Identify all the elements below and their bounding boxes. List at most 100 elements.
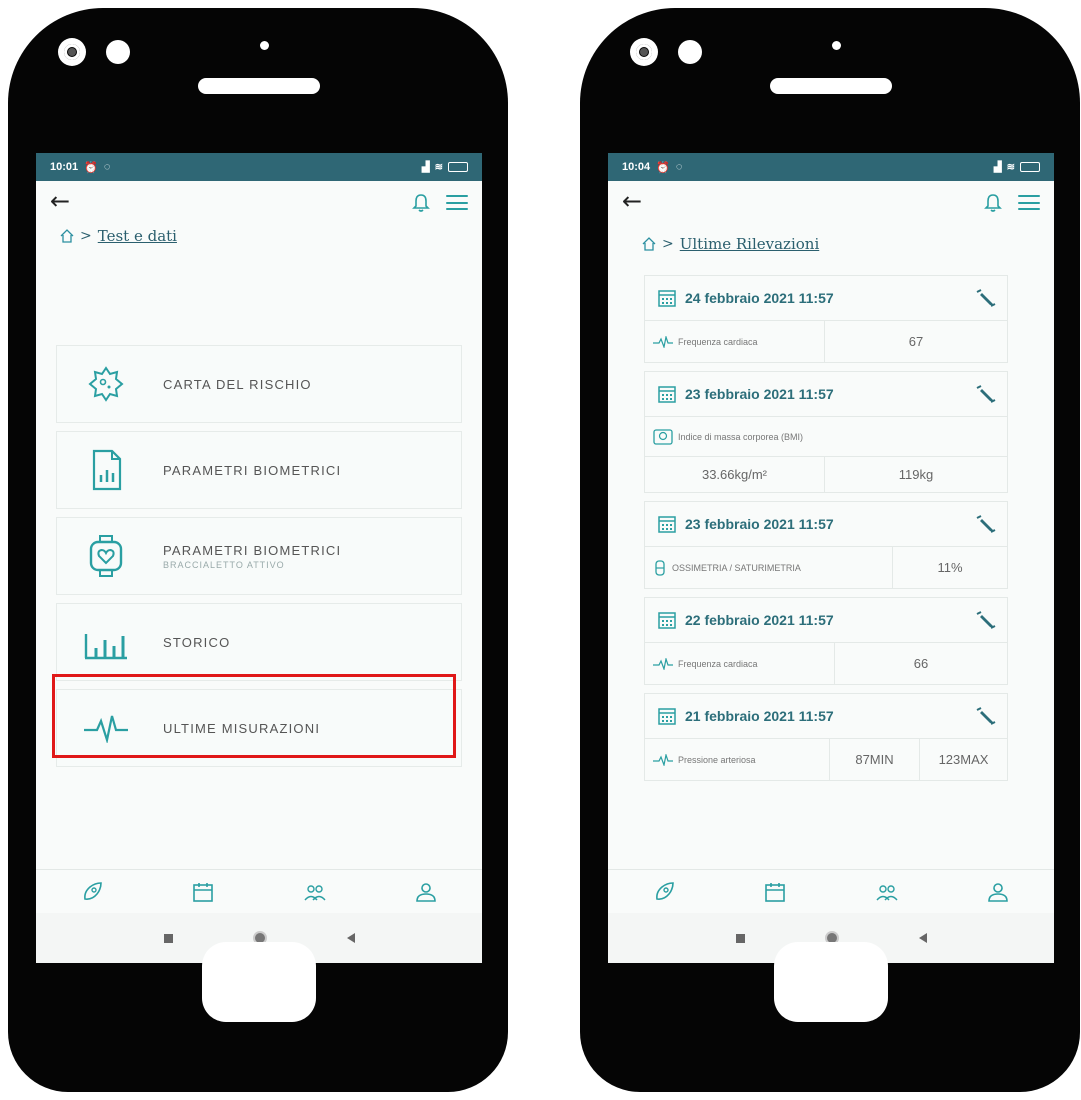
document-chart-icon [83,447,129,493]
recents-icon[interactable] [735,933,745,943]
record-card[interactable]: 24 febbraio 2021 11:57 Frequenza cardiac… [644,275,1008,363]
measure-cell: Pressione arteriosa [645,739,830,780]
home-button [202,942,316,1022]
sensor-icon [260,41,269,50]
home-icon[interactable] [60,229,74,243]
measure-name: Frequenza cardiaca [678,336,758,347]
value-cell: 11% [937,560,963,575]
record-card[interactable]: 21 febbraio 2021 11:57 Pressione arterio… [644,693,1008,781]
menu-item-label: CARTA DEL RISCHIO [163,376,312,392]
record-date: 23 febbraio 2021 11:57 [685,516,834,532]
phone-right: 10:04 ⏰ ◌ ▟ ≋ ← > Ultime Rilevazioni 24 … [580,8,1080,1092]
satellite-icon [976,515,996,533]
measure-name: OSSIMETRIA / SATURIMETRIA [672,562,801,573]
calendar-icon [658,386,676,403]
record-header: 23 febbraio 2021 11:57 [644,501,1008,547]
record-row: Pressione arteriosa 87MIN 123MAX [644,739,1008,781]
menu-item-storico[interactable]: STORICO [56,603,462,681]
wifi-icon: ≋ [1006,161,1015,173]
menu-item-sublabel: BRACCIALETTO ATTIVO [163,559,285,570]
calendar-icon [658,516,676,533]
value-cell: 87MIN [830,739,920,780]
bottom-nav [608,869,1054,913]
record-row: 33.66kg/m² 119kg [644,457,1008,493]
record-date: 23 febbraio 2021 11:57 [685,386,834,402]
rocket-icon[interactable] [80,880,104,904]
bell-icon[interactable] [412,193,430,213]
satellite-icon [976,707,996,725]
user-icon[interactable] [986,880,1010,904]
chevron-right-icon: > [662,236,674,252]
record-header: 23 febbraio 2021 11:57 [644,371,1008,417]
record-card[interactable]: 23 febbraio 2021 11:57 Indice di massa c… [644,371,1008,493]
measure-name: Frequenza cardiaca [678,658,758,669]
value-cell: 67 [908,334,924,349]
breadcrumb-current[interactable]: Test e dati [98,227,177,245]
screen-right: 10:04 ⏰ ◌ ▟ ≋ ← > Ultime Rilevazioni 24 … [608,153,1054,963]
back-triangle-icon[interactable] [346,933,355,943]
value-cell: 119kg [898,467,934,482]
alarm-icon: ⏰ [84,161,98,174]
value-cell: 123MAX [938,752,989,767]
menu-item-label: PARAMETRI BIOMETRICI [163,542,342,558]
calendar-icon[interactable] [191,880,215,904]
front-camera-icon [630,38,658,66]
menu-item-parametri-biometrici-braccialetto[interactable]: PARAMETRI BIOMETRICI BRACCIALETTO ATTIVO [56,517,462,595]
highlight-box [52,674,456,758]
home-icon[interactable] [642,237,656,251]
signal-icon: ▟ [421,161,430,173]
status-bar: 10:01 ⏰ ◌ ▟ ≋ [36,153,482,181]
breadcrumb: > Test e dati [36,227,482,245]
user-icon[interactable] [414,880,438,904]
measure-name: Indice di massa corporea (BMI) [678,431,804,442]
front-camera-icon [58,38,86,66]
virus-icon [83,361,129,407]
alarm-icon: ⏰ [656,161,670,174]
signal-icon: ▟ [993,161,1002,173]
satellite-icon [976,289,996,307]
phone-left: 10:01 ⏰ ◌ ▟ ≋ ← > Test e dati CARTA DEL … [8,8,508,1092]
group-icon[interactable] [875,880,899,904]
battery-icon [448,162,468,172]
measure-cell: Frequenza cardiaca [645,321,825,362]
breadcrumb-current[interactable]: Ultime Rilevazioni [680,235,820,253]
back-triangle-icon[interactable] [918,933,927,943]
calendar-icon [658,290,676,307]
menu-item-parametri-biometrici[interactable]: PARAMETRI BIOMETRICI [56,431,462,509]
bell-icon[interactable] [984,193,1002,213]
screen-left: 10:01 ⏰ ◌ ▟ ≋ ← > Test e dati CARTA DEL … [36,153,482,963]
back-arrow-icon[interactable]: ← [50,189,70,213]
record-card[interactable]: 22 febbraio 2021 11:57 Frequenza cardiac… [644,597,1008,685]
back-arrow-icon[interactable]: ← [622,189,642,213]
group-icon[interactable] [303,880,327,904]
smartwatch-heart-icon [83,533,129,579]
camera-dot-icon [678,40,702,64]
value-cell: 66 [913,656,929,671]
menu-item-carta-del-rischio[interactable]: CARTA DEL RISCHIO [56,345,462,423]
measure-cell: Indice di massa corporea (BMI) [645,417,1007,456]
record-row: Indice di massa corporea (BMI) [644,417,1008,457]
scale-icon [653,428,673,445]
battery-icon [1020,162,1040,172]
value-cell: 33.66kg/m² [645,457,825,492]
pulse-icon [653,657,673,670]
calendar-icon[interactable] [763,880,787,904]
breadcrumb: > Ultime Rilevazioni [608,235,1054,253]
top-bar: ← [608,181,1054,223]
sensor-icon [832,41,841,50]
recents-icon[interactable] [163,933,173,943]
calendar-icon [658,708,676,725]
record-header: 22 febbraio 2021 11:57 [644,597,1008,643]
record-date: 22 febbraio 2021 11:57 [685,612,834,628]
whatsapp-icon: ◌ [675,161,683,173]
pulse-icon [653,335,673,348]
hamburger-menu-icon[interactable] [1018,195,1040,210]
chevron-right-icon: > [80,228,92,244]
wifi-icon: ≋ [434,161,443,173]
record-header: 21 febbraio 2021 11:57 [644,693,1008,739]
record-row: OSSIMETRIA / SATURIMETRIA 11% [644,547,1008,589]
status-time: 10:01 [50,161,79,173]
record-card[interactable]: 23 febbraio 2021 11:57 OSSIMETRIA / SATU… [644,501,1008,589]
rocket-icon[interactable] [652,880,676,904]
hamburger-menu-icon[interactable] [446,195,468,210]
